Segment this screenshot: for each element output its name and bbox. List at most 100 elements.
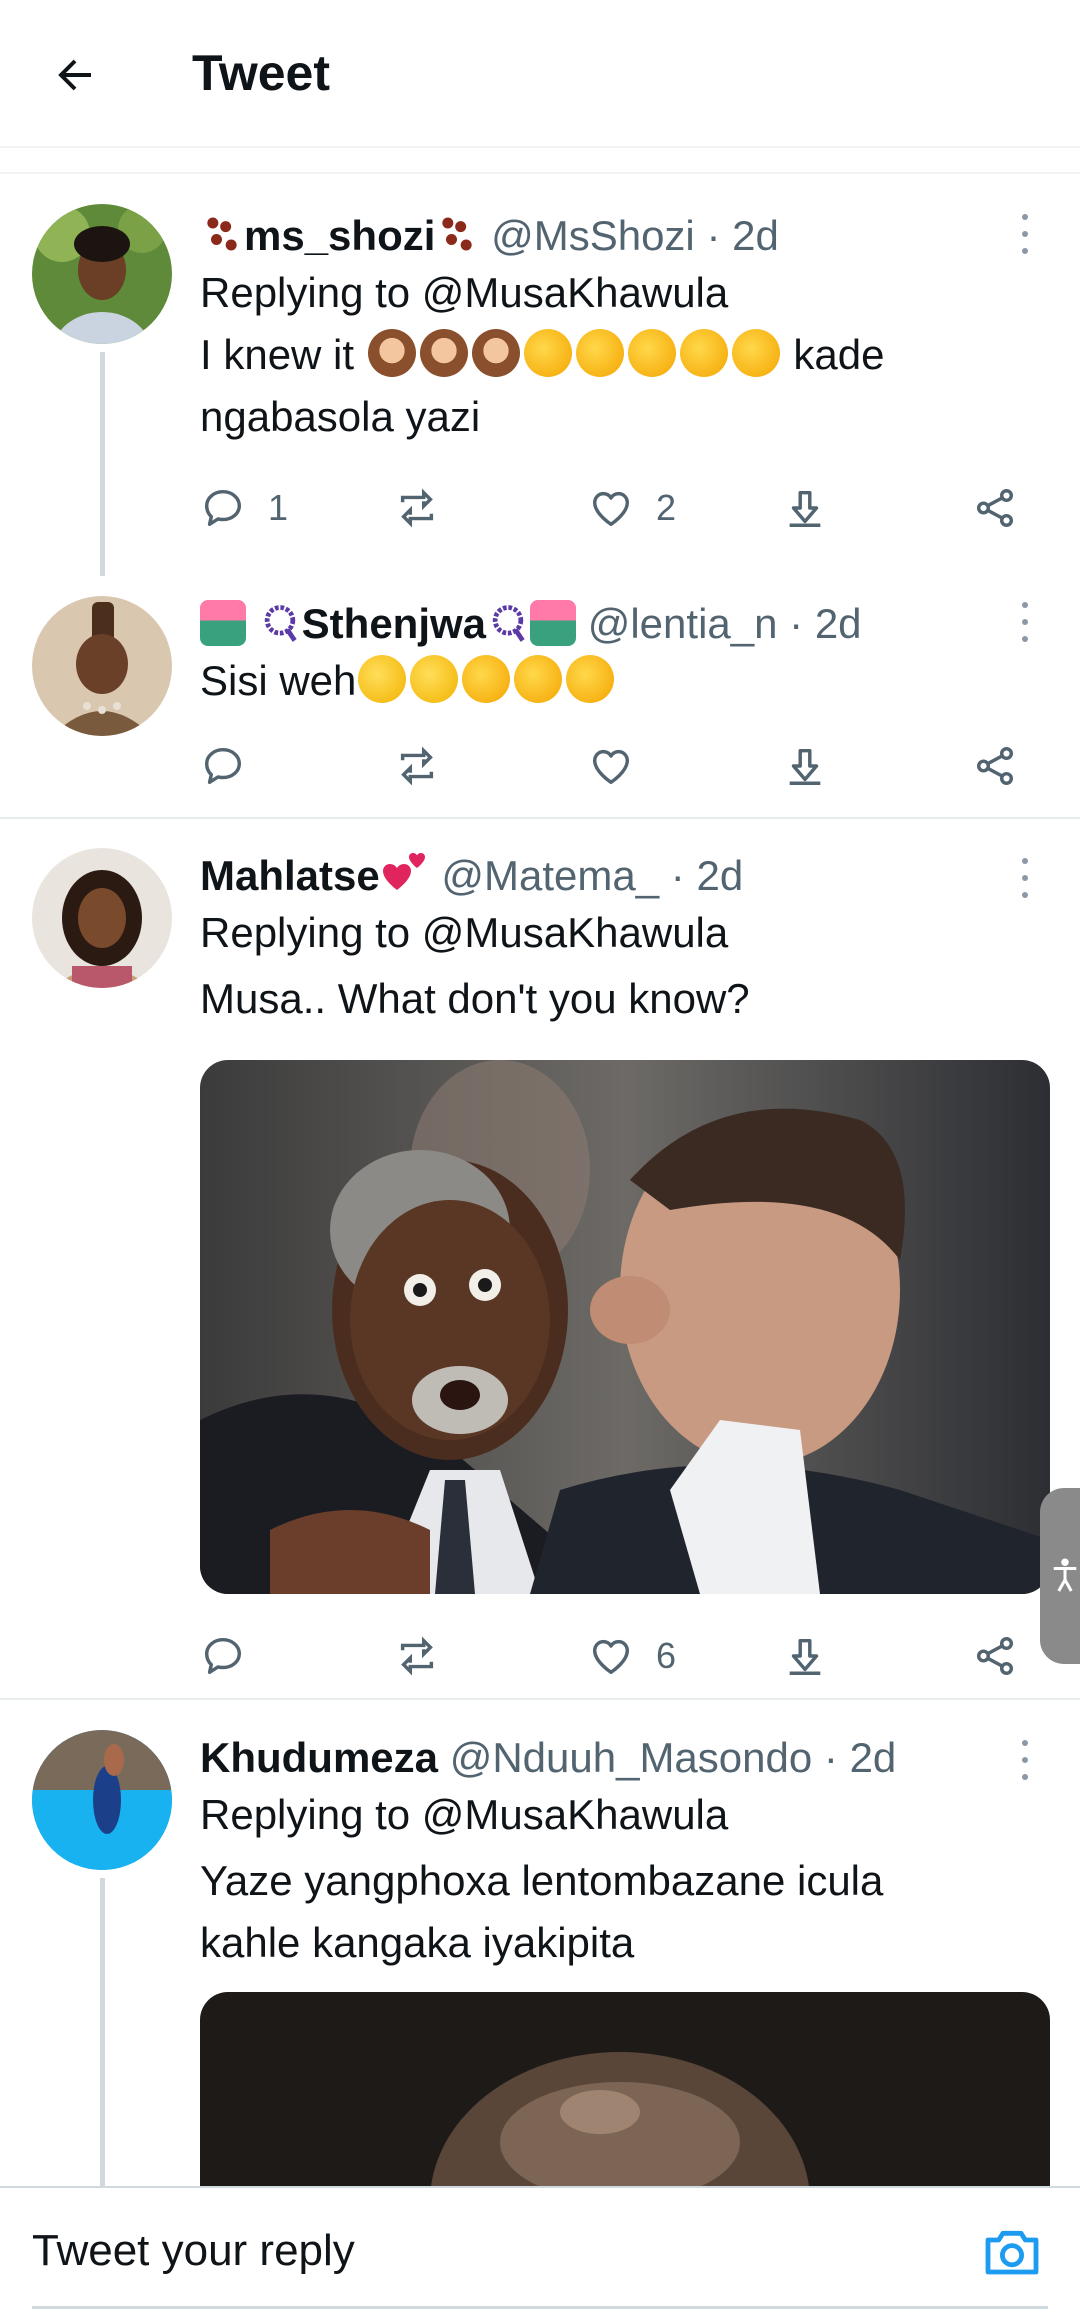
more-vertical-icon[interactable] xyxy=(1010,214,1040,254)
reply-count: 1 xyxy=(268,487,289,528)
retweet-icon xyxy=(400,1636,434,1676)
paw-emoji-icon xyxy=(442,217,473,251)
like-count: 2 xyxy=(656,487,677,528)
download-button[interactable] xyxy=(782,478,828,538)
more-vertical-icon[interactable] xyxy=(1010,858,1040,898)
more-vertical-icon[interactable] xyxy=(1010,602,1040,642)
share-button[interactable] xyxy=(972,478,1018,538)
timestamp[interactable]: 2d xyxy=(732,212,779,259)
paw-emoji-icon xyxy=(207,217,237,251)
reply-icon xyxy=(204,1637,242,1675)
tweet-photo[interactable] xyxy=(200,1992,1050,2186)
separator-dot: · xyxy=(789,600,804,647)
rofl-emoji-icon xyxy=(679,329,728,377)
two-hearts-emoji-icon xyxy=(382,853,425,890)
separator-dot: · xyxy=(823,1734,838,1781)
tweet-text: I knew it kade ngabasola yazi xyxy=(200,324,1050,448)
arrow-left-icon xyxy=(58,59,91,91)
like-button[interactable]: 2 xyxy=(588,478,676,538)
download-icon xyxy=(789,490,821,527)
tweet-actions: 1 2 xyxy=(200,478,1030,538)
tweet-mahlatse[interactable]: Mahlatse @Matema_ · 2d Replying to @Musa… xyxy=(0,820,1080,1700)
tweet-text: Sisi weh xyxy=(200,650,1050,712)
replying-to[interactable]: Replying to @MusaKhawula xyxy=(200,902,1050,964)
display-name[interactable]: Sthenjwa xyxy=(302,600,486,647)
timestamp[interactable]: 2d xyxy=(815,600,862,647)
share-icon xyxy=(976,1637,1014,1675)
timestamp[interactable]: 2d xyxy=(850,1734,897,1781)
download-button[interactable] xyxy=(782,1626,828,1686)
avatar[interactable] xyxy=(32,596,172,736)
download-icon xyxy=(789,748,821,785)
handle[interactable]: @Nduuh_Masondo xyxy=(450,1734,813,1781)
retweet-button[interactable] xyxy=(394,478,462,538)
see-no-evil-monkey-emoji-icon xyxy=(419,329,468,377)
rofl-emoji-icon xyxy=(575,329,624,377)
tweet-sthenjwa[interactable]: Sthenjwa @lentia_n · 2d Sisi weh xyxy=(0,574,1080,819)
replying-to[interactable]: Replying to @MusaKhawula xyxy=(200,262,1050,324)
accessibility-icon xyxy=(1053,1558,1077,1592)
download-button[interactable] xyxy=(782,736,828,796)
retweet-button[interactable] xyxy=(394,736,440,796)
rofl-emoji-icon xyxy=(523,329,572,377)
handle[interactable]: @lentia_n xyxy=(588,600,778,647)
tweet-actions xyxy=(200,736,1030,796)
more-vertical-icon[interactable] xyxy=(1010,1740,1040,1780)
reply-icon xyxy=(204,489,242,527)
separator-dot: · xyxy=(706,212,721,259)
rofl-emoji-icon xyxy=(566,655,615,703)
tweet-text-part: kahle kangaka iyakipita xyxy=(200,1919,635,1966)
tweet-ms-shozi[interactable]: ms_shozi @MsShozi · 2d Replying to @Musa… xyxy=(0,174,1080,576)
reply-button[interactable] xyxy=(200,1626,246,1686)
tweet-text-part: I knew it xyxy=(200,331,355,378)
reply-button[interactable]: 1 xyxy=(200,478,288,538)
top-app-bar: Tweet xyxy=(0,0,1080,148)
timestamp[interactable]: 2d xyxy=(696,852,743,899)
share-icon xyxy=(976,489,1014,527)
camera-button[interactable] xyxy=(980,2220,1044,2284)
handle[interactable]: @MsShozi xyxy=(491,212,695,259)
display-name[interactable]: Mahlatse xyxy=(200,852,380,899)
reply-input[interactable]: Tweet your reply xyxy=(32,2226,355,2276)
download-icon xyxy=(789,1638,821,1675)
page-title: Tweet xyxy=(192,45,330,101)
like-button[interactable]: 6 xyxy=(588,1626,676,1686)
avatar[interactable] xyxy=(32,204,172,344)
reply-button[interactable] xyxy=(200,736,246,796)
replying-to[interactable]: Replying to @MusaKhawula xyxy=(200,1784,1050,1846)
merperson-emoji-icon xyxy=(530,600,577,646)
tweet-text-part: kade xyxy=(793,331,885,378)
display-name[interactable]: ms_shozi xyxy=(244,212,435,259)
tweet-text-part: ngabasola yazi xyxy=(200,393,481,440)
rofl-emoji-icon xyxy=(462,655,511,703)
reply-composer: Tweet your reply xyxy=(0,2186,1080,2322)
tweet-text-part: Yaze yangphoxa lentombazane icula xyxy=(200,1857,884,1904)
display-name[interactable]: Khudumeza xyxy=(200,1734,438,1781)
avatar[interactable] xyxy=(32,1730,172,1870)
thread-line xyxy=(100,352,105,576)
share-button[interactable] xyxy=(972,1626,1018,1686)
tweet-photo[interactable] xyxy=(200,1060,1050,1594)
handle[interactable]: @Matema_ xyxy=(441,852,659,899)
avatar[interactable] xyxy=(32,848,172,988)
tweet-khudumeza[interactable]: Khudumeza @Nduuh_Masondo · 2d Replying t… xyxy=(0,1702,1080,2186)
heart-icon xyxy=(592,491,630,527)
share-icon xyxy=(976,747,1014,785)
separator-dot: · xyxy=(670,852,685,899)
prayer-beads-emoji-icon xyxy=(264,605,297,642)
retweet-button[interactable] xyxy=(394,1626,440,1686)
reply-icon xyxy=(204,747,242,785)
like-button[interactable] xyxy=(588,736,634,796)
rofl-emoji-icon xyxy=(514,655,563,703)
joy-emoji-icon xyxy=(410,655,459,703)
back-button[interactable] xyxy=(38,38,112,112)
tweet-text: Musa.. What don't you know? xyxy=(200,975,750,1022)
tweet-text-part: Sisi weh xyxy=(200,657,357,704)
merperson-emoji-icon xyxy=(200,600,246,646)
accessibility-button[interactable] xyxy=(1040,1488,1080,1664)
thread-line xyxy=(100,1878,105,2186)
like-count: 6 xyxy=(656,1635,677,1676)
share-button[interactable] xyxy=(972,736,1018,796)
rofl-emoji-icon xyxy=(731,329,780,377)
see-no-evil-monkey-emoji-icon xyxy=(471,329,520,377)
